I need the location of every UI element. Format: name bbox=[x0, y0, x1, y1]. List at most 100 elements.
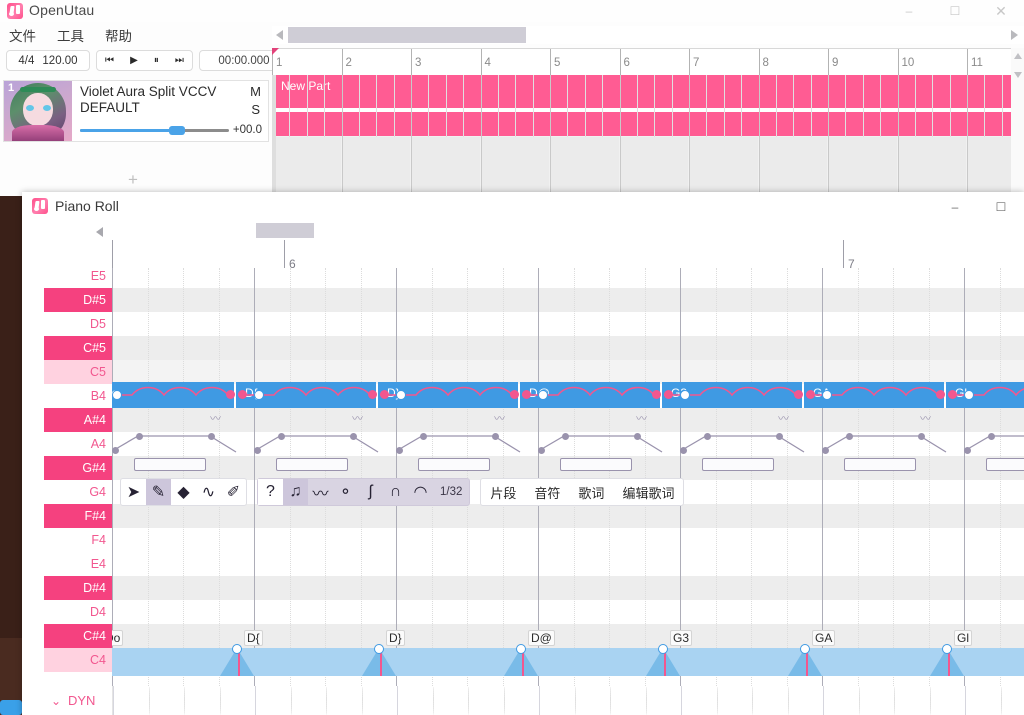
phoneme-bar[interactable] bbox=[134, 458, 206, 471]
note-lyric-label[interactable]: GA bbox=[812, 630, 835, 646]
mute-button[interactable]: M bbox=[250, 84, 261, 99]
note-block[interactable] bbox=[520, 648, 660, 676]
pitch-point[interactable] bbox=[806, 390, 815, 399]
pitch-point[interactable] bbox=[238, 390, 247, 399]
main-timeline-ruler[interactable]: 1234567891011 bbox=[272, 48, 1024, 76]
vibrato-marker[interactable]: 〰 bbox=[920, 410, 930, 426]
phoneme-point[interactable] bbox=[776, 433, 783, 440]
note-handle[interactable] bbox=[516, 644, 526, 654]
phoneme-point[interactable] bbox=[396, 447, 403, 454]
piano-key-B4[interactable]: B4 bbox=[44, 384, 112, 408]
phoneme-point[interactable] bbox=[112, 447, 119, 454]
piano-roll-ruler[interactable]: 67 bbox=[112, 240, 1024, 269]
phoneme-point[interactable] bbox=[278, 433, 285, 440]
scroll-right-icon[interactable] bbox=[1011, 30, 1018, 40]
note-block[interactable] bbox=[946, 648, 1024, 676]
phoneme-bar[interactable] bbox=[560, 458, 632, 471]
main-horizontal-scrollbar[interactable] bbox=[272, 26, 1024, 44]
phoneme-point[interactable] bbox=[420, 433, 427, 440]
pencil-tool[interactable]: ✎ bbox=[146, 479, 171, 505]
note-handle[interactable] bbox=[942, 644, 952, 654]
piano-key-Ds5[interactable]: D#5 bbox=[44, 288, 112, 312]
phoneme-point[interactable] bbox=[254, 447, 261, 454]
expression-grid[interactable] bbox=[112, 686, 1024, 715]
piano-key-E5[interactable]: E5 bbox=[44, 264, 112, 288]
note-handle[interactable] bbox=[800, 644, 810, 654]
piano-key-G4[interactable]: G4 bbox=[44, 480, 112, 504]
piano-key-Cs5[interactable]: C#5 bbox=[44, 336, 112, 360]
playhead-marker[interactable] bbox=[272, 48, 279, 55]
close-button[interactable]: ✕ bbox=[978, 0, 1024, 22]
main-vertical-scrollbar[interactable] bbox=[1011, 48, 1024, 196]
note-handle[interactable] bbox=[680, 390, 690, 400]
scroll-left-icon[interactable] bbox=[276, 30, 283, 40]
curve-s-button[interactable]: ʃ bbox=[358, 479, 383, 505]
phoneme-bar[interactable] bbox=[702, 458, 774, 471]
piano-key-A4[interactable]: A4 bbox=[44, 432, 112, 456]
note-block[interactable] bbox=[112, 648, 234, 676]
note-block[interactable] bbox=[804, 648, 944, 676]
pitch-point[interactable] bbox=[226, 390, 235, 399]
phoneme-bar[interactable] bbox=[418, 458, 490, 471]
curve-arc-button[interactable]: ◠ bbox=[408, 479, 433, 505]
scroll-thumb[interactable] bbox=[288, 27, 526, 43]
skip-back-button[interactable]: ⏮ bbox=[105, 56, 114, 66]
piano-key-Cs4[interactable]: C#4 bbox=[44, 624, 112, 648]
vibrato-marker[interactable]: 〰 bbox=[636, 410, 646, 426]
curve-square-button[interactable]: ∩ bbox=[383, 479, 408, 505]
menu-help[interactable]: 帮助 bbox=[105, 25, 132, 45]
minimize-button[interactable]: – bbox=[932, 192, 978, 222]
piano-key-C4[interactable]: C4 bbox=[44, 648, 112, 672]
tempo-signature-box[interactable]: 4/4 120.00 bbox=[6, 50, 90, 71]
desktop-taskbar-icon[interactable] bbox=[0, 700, 22, 715]
note-handle[interactable] bbox=[964, 390, 974, 400]
note-handle[interactable] bbox=[822, 390, 832, 400]
pitch-point[interactable] bbox=[380, 390, 389, 399]
eraser-tool[interactable]: ◆ bbox=[171, 479, 196, 505]
piano-keyboard[interactable]: E5D#5D5C#5C5B4A#4A4G#4G4F#4F4E4D#4D4C#4C… bbox=[44, 268, 112, 686]
cursor-tool[interactable]: ➤ bbox=[121, 479, 146, 505]
vibrato-marker[interactable]: 〰 bbox=[352, 410, 362, 426]
track-name[interactable]: Violet Aura Split VCCV bbox=[80, 84, 262, 99]
menu-notes[interactable]: 音符 bbox=[525, 483, 569, 502]
phoneme-point[interactable] bbox=[562, 433, 569, 440]
phoneme-bar[interactable] bbox=[986, 458, 1024, 471]
pitch-points-button[interactable]: ⚬ bbox=[333, 479, 358, 505]
note-lyric-label[interactable]: D} bbox=[386, 630, 405, 646]
scroll-left-icon[interactable] bbox=[96, 227, 103, 237]
note-lyric-label[interactable]: Gl bbox=[954, 630, 972, 646]
menu-edit-lyrics[interactable]: 编辑歌词 bbox=[613, 483, 683, 502]
note-handle[interactable] bbox=[396, 390, 406, 400]
vibrato-marker[interactable]: 〰 bbox=[210, 410, 220, 426]
note-block[interactable]: Gl bbox=[946, 382, 1024, 408]
track-header[interactable]: 1 Violet Aura Split VCCV DEFAULT M S +00… bbox=[3, 80, 269, 142]
note-lyric-label[interactable]: D@ bbox=[528, 630, 555, 646]
bpm-value[interactable]: 120.00 bbox=[38, 55, 81, 67]
note-block[interactable] bbox=[236, 648, 376, 676]
time-signature-value[interactable]: 4/4 bbox=[14, 55, 38, 67]
note-handle[interactable] bbox=[374, 644, 384, 654]
menu-part[interactable]: 片段 bbox=[481, 483, 525, 502]
volume-slider[interactable] bbox=[80, 129, 229, 132]
piano-key-D4[interactable]: D4 bbox=[44, 600, 112, 624]
singer-avatar[interactable]: 1 bbox=[4, 81, 72, 141]
phoneme-point[interactable] bbox=[918, 433, 925, 440]
note-handle[interactable] bbox=[232, 644, 242, 654]
vibrato-marker[interactable]: 〰 bbox=[778, 410, 788, 426]
track-canvas[interactable]: New Part bbox=[272, 75, 1024, 196]
phoneme-point[interactable] bbox=[704, 433, 711, 440]
pitch-point[interactable] bbox=[794, 390, 803, 399]
vibrato-button[interactable]: 〰 bbox=[308, 479, 333, 505]
add-track-button[interactable]: + bbox=[128, 171, 138, 188]
phoneme-point[interactable] bbox=[350, 433, 357, 440]
phoneme-point[interactable] bbox=[822, 447, 829, 454]
menu-tools[interactable]: 工具 bbox=[57, 25, 84, 45]
phoneme-point[interactable] bbox=[136, 433, 143, 440]
piano-key-Ds4[interactable]: D#4 bbox=[44, 576, 112, 600]
piano-key-E4[interactable]: E4 bbox=[44, 552, 112, 576]
chevron-down-icon[interactable]: ⌄ bbox=[44, 695, 68, 707]
scroll-up-icon[interactable] bbox=[1014, 53, 1022, 59]
phoneme-point[interactable] bbox=[680, 447, 687, 454]
note-lyric-label[interactable]: D{ bbox=[244, 630, 263, 646]
note-block[interactable]: Do bbox=[112, 382, 234, 408]
